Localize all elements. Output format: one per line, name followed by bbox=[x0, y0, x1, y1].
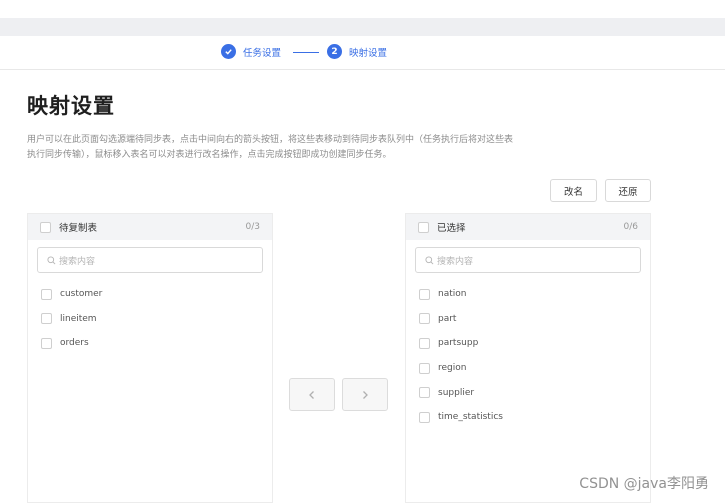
selected-table-panel: 已选择 0/6 搜索内容 nation part partsupp region… bbox=[405, 213, 651, 503]
move-left-button[interactable] bbox=[289, 378, 335, 411]
search-placeholder: 搜索内容 bbox=[59, 256, 96, 267]
panel-title: 待复制表 bbox=[59, 223, 98, 234]
item-label: time_statistics bbox=[438, 412, 503, 423]
panel-title: 已选择 bbox=[437, 223, 466, 234]
panel-header: 待复制表 0/3 bbox=[28, 214, 272, 240]
restore-button[interactable]: 还原 bbox=[605, 179, 651, 202]
item-checkbox[interactable] bbox=[419, 288, 430, 300]
list-item[interactable]: nation bbox=[406, 282, 650, 307]
search-icon bbox=[425, 255, 434, 264]
list-item[interactable]: part bbox=[406, 307, 650, 332]
item-label: orders bbox=[60, 338, 89, 349]
step-number: 2 bbox=[327, 44, 342, 59]
list-item[interactable]: lineitem bbox=[28, 307, 272, 332]
list-item[interactable]: partsupp bbox=[406, 331, 650, 356]
item-checkbox[interactable] bbox=[41, 337, 52, 349]
search-icon bbox=[47, 255, 56, 264]
watermark: CSDN @java李阳勇 bbox=[579, 476, 709, 492]
item-label: supplier bbox=[438, 387, 475, 398]
step-label: 映射设置 bbox=[349, 47, 388, 59]
chevron-right-icon bbox=[363, 390, 368, 399]
step-label: 任务设置 bbox=[243, 47, 282, 59]
list-item[interactable]: time_statistics bbox=[406, 405, 650, 430]
item-label: lineitem bbox=[60, 313, 97, 324]
source-table-panel: 待复制表 0/3 搜索内容 customer lineitem orders bbox=[27, 213, 273, 503]
chevron-left-icon bbox=[309, 390, 314, 399]
list-item[interactable]: supplier bbox=[406, 380, 650, 405]
search-input[interactable]: 搜索内容 bbox=[415, 247, 641, 273]
table-list: customer lineitem orders bbox=[28, 282, 272, 356]
table-list: nation part partsupp region supplier tim… bbox=[406, 282, 650, 430]
list-item[interactable]: customer bbox=[28, 282, 272, 307]
item-label: part bbox=[438, 313, 457, 324]
step-task-settings[interactable]: 任务设置 bbox=[221, 44, 281, 59]
search-input[interactable]: 搜索内容 bbox=[37, 247, 263, 273]
item-checkbox[interactable] bbox=[41, 313, 52, 325]
item-label: customer bbox=[60, 289, 103, 300]
description-line: 执行同步传输），鼠标移入表名可以对表进行改名操作，点击完成按钮即成功创建同步任务… bbox=[27, 150, 392, 160]
select-all-checkbox[interactable] bbox=[40, 221, 51, 233]
check-icon bbox=[221, 44, 236, 59]
step-bar: 任务设置 2 映射设置 bbox=[0, 36, 725, 70]
description-line: 用户可以在此页面勾选源端待同步表，点击中间向右的箭头按钮，将这些表移动到待同步表… bbox=[27, 135, 514, 145]
step-mapping-settings[interactable]: 2 映射设置 bbox=[327, 44, 387, 59]
item-checkbox[interactable] bbox=[419, 411, 430, 423]
item-label: nation bbox=[438, 289, 467, 300]
selection-count: 0/6 bbox=[623, 222, 638, 232]
selection-count: 0/3 bbox=[245, 222, 260, 232]
page-description: 用户可以在此页面勾选源端待同步表，点击中间向右的箭头按钮，将这些表移动到待同步表… bbox=[27, 133, 567, 163]
search-placeholder: 搜索内容 bbox=[437, 256, 474, 267]
item-label: partsupp bbox=[438, 338, 479, 349]
item-checkbox[interactable] bbox=[419, 337, 430, 349]
item-checkbox[interactable] bbox=[41, 288, 52, 300]
item-checkbox[interactable] bbox=[419, 362, 430, 374]
page-title: 映射设置 bbox=[27, 94, 115, 118]
list-item[interactable]: region bbox=[406, 356, 650, 381]
item-label: region bbox=[438, 363, 467, 374]
select-all-checkbox[interactable] bbox=[418, 221, 429, 233]
item-checkbox[interactable] bbox=[419, 313, 430, 325]
list-item[interactable]: orders bbox=[28, 331, 272, 356]
item-checkbox[interactable] bbox=[419, 387, 430, 399]
top-band bbox=[0, 18, 725, 36]
rename-button[interactable]: 改名 bbox=[550, 179, 597, 202]
step-connector bbox=[293, 52, 319, 53]
move-right-button[interactable] bbox=[342, 378, 388, 411]
panel-header: 已选择 0/6 bbox=[406, 214, 650, 240]
